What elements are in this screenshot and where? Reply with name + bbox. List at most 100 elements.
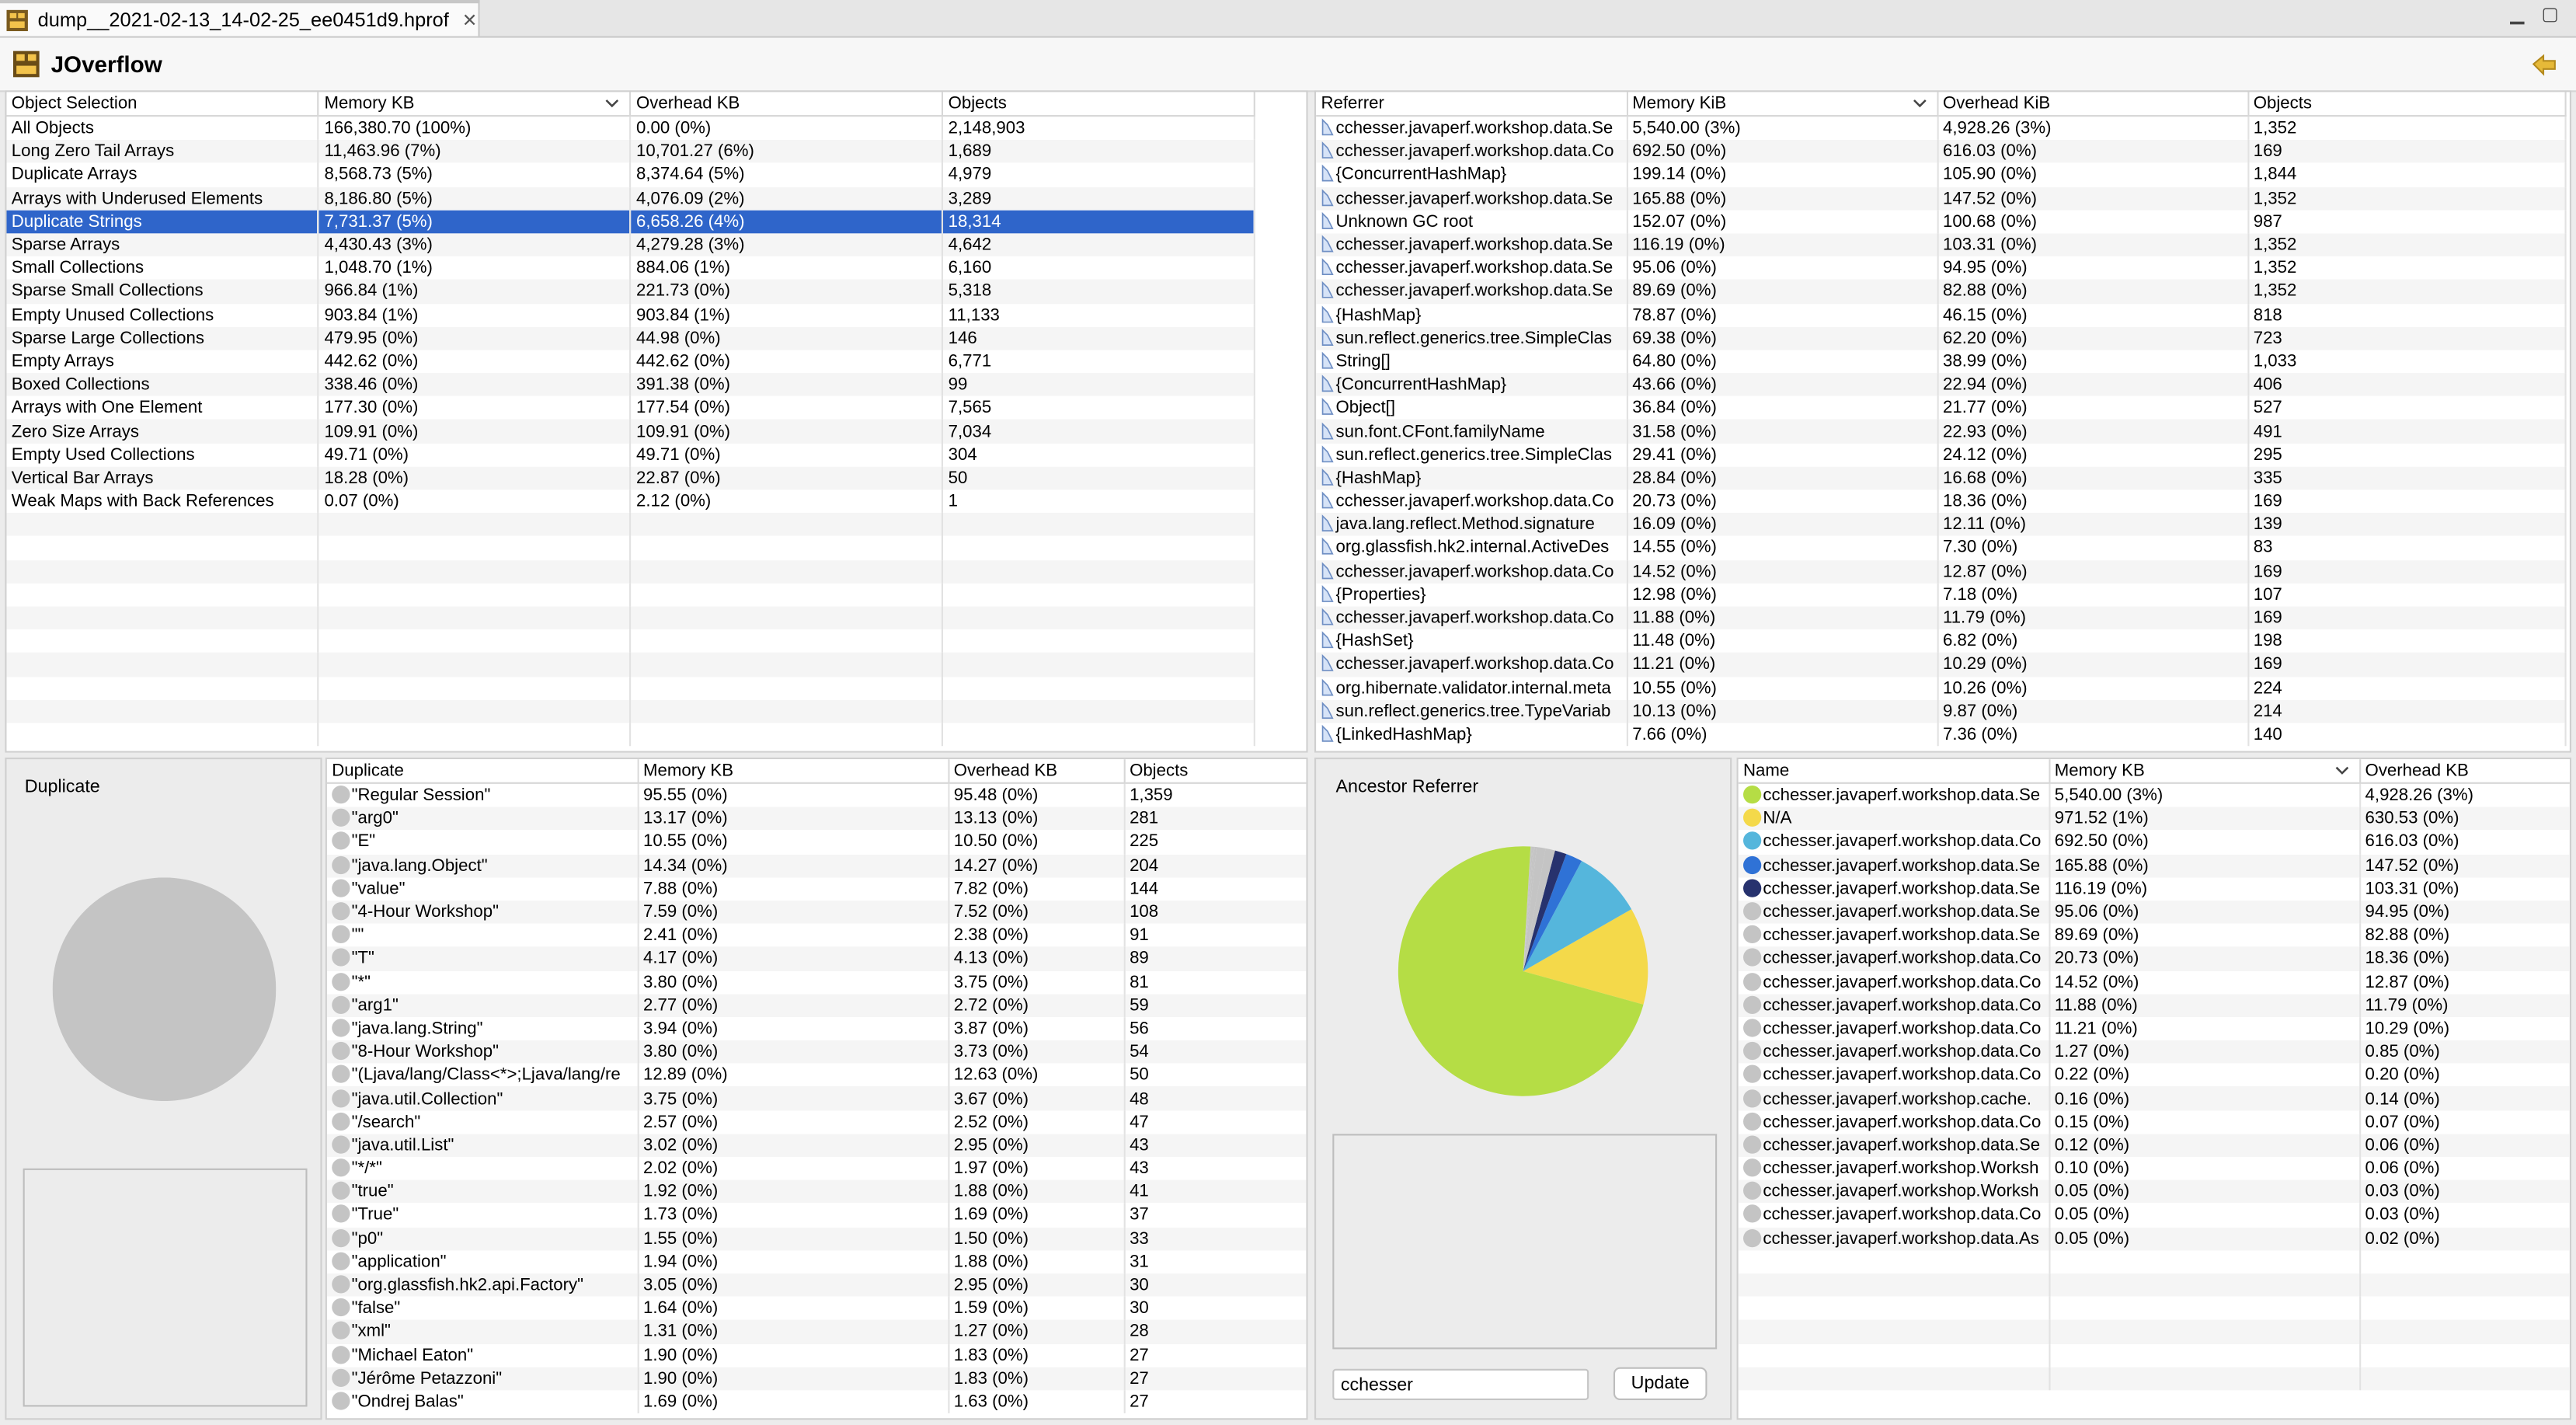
ancestor-row[interactable]: cchesser.javaperf.workshop.data.Co 14.52 … (1738, 970, 2570, 994)
referrer-row[interactable]: {ConcurrentHashMap} 43.66 (0%) 22.94 (0%) 4… (1316, 373, 2566, 397)
column-header[interactable]: Memory KB (637, 759, 949, 784)
duplicate-row[interactable]: "xml" 1.31 (0%) 1.27 (0%) 28 (326, 1320, 1307, 1344)
ancestor-row[interactable]: cchesser.javaperf.workshop.Worksh 0.10 (0… (1738, 1156, 2570, 1180)
duplicate-row[interactable]: "application" 1.94 (0%) 1.88 (0%) 31 (326, 1249, 1307, 1273)
object-selection-row[interactable]: All Objects 166,380.70 (100%) 0.00 (0%) 2,1… (6, 116, 1255, 141)
duplicate-row[interactable]: "Michael Eaton" 1.90 (0%) 1.83 (0%) 27 (326, 1343, 1307, 1368)
duplicate-row[interactable]: "True" 1.73 (0%) 1.69 (0%) 37 (326, 1203, 1307, 1227)
duplicate-row[interactable]: "java.lang.String" 3.94 (0%) 3.87 (0%) 56 (326, 1016, 1307, 1040)
column-header[interactable]: Objects (942, 92, 1255, 117)
duplicate-row[interactable]: "arg1" 2.77 (0%) 2.72 (0%) 59 (326, 993, 1307, 1017)
ancestor-row[interactable]: cchesser.javaperf.workshop.cache. 0.16 (0… (1738, 1086, 2570, 1110)
object-selection-row[interactable]: Duplicate Strings 7,731.37 (5%) 6,658.26 (… (6, 210, 1255, 234)
referrer-row[interactable]: {HashMap} 78.87 (0%) 46.15 (0%) 818 (1316, 303, 2566, 327)
ancestor-row[interactable]: cchesser.javaperf.workshop.data.Se 165.88… (1738, 853, 2570, 877)
duplicate-row[interactable]: "Regular Session" 95.55 (0%) 95.48 (0%) 1,3… (326, 782, 1307, 807)
duplicate-row[interactable]: "/search" 2.57 (0%) 2.52 (0%) 47 (326, 1110, 1307, 1134)
referrer-row[interactable]: cchesser.javaperf.workshop.data.Co 11.88 … (1316, 606, 2566, 630)
object-selection-row[interactable]: Sparse Large Collections 479.95 (0%) 44.98… (6, 326, 1255, 350)
referrer-row[interactable]: {HashSet} 11.48 (0%) 6.82 (0%) 198 (1316, 629, 2566, 653)
ancestor-row[interactable]: cchesser.javaperf.workshop.data.Co 0.22 (… (1738, 1063, 2570, 1087)
referrer-row[interactable]: cchesser.javaperf.workshop.data.Co 14.52 … (1316, 559, 2566, 584)
duplicate-row[interactable]: "Jérôme Petazzoni" 1.90 (0%) 1.83 (0%) 27 (326, 1367, 1307, 1391)
ancestor-row[interactable]: cchesser.javaperf.workshop.data.Co 11.21 … (1738, 1016, 2570, 1040)
duplicate-row[interactable]: "*/*" 2.02 (0%) 1.97 (0%) 43 (326, 1156, 1307, 1180)
ancestor-row[interactable]: cchesser.javaperf.workshop.data.Co 1.27 (… (1738, 1040, 2570, 1064)
column-header[interactable]: Referrer (1316, 92, 1627, 117)
referrer-row[interactable]: org.glassfish.hk2.internal.ActiveDes 14.5… (1316, 536, 2566, 560)
column-header[interactable]: Name (1738, 759, 2050, 784)
object-selection-row[interactable]: Weak Maps with Back References 0.07 (0%) 2… (6, 490, 1255, 514)
duplicate-row[interactable]: "(Ljava/lang/Class<*>;Ljava/lang/re 12.89… (326, 1063, 1307, 1087)
referrer-row[interactable]: cchesser.javaperf.workshop.data.Co 20.73 … (1316, 490, 2566, 514)
referrer-row[interactable]: sun.reflect.generics.tree.SimpleClas 69.3… (1316, 326, 2566, 350)
referrer-row[interactable]: java.lang.reflect.Method.signature 16.09 … (1316, 513, 2566, 537)
object-selection-row[interactable]: Zero Size Arrays 109.91 (0%) 109.91 (0%) 7,… (6, 420, 1255, 444)
object-selection-row[interactable]: Empty Unused Collections 903.84 (1%) 903.8… (6, 303, 1255, 327)
object-selection-row[interactable]: Duplicate Arrays 8,568.73 (5%) 8,374.64 (5… (6, 163, 1255, 187)
column-header[interactable]: Overhead KB (948, 759, 1125, 784)
object-selection-row[interactable]: Sparse Small Collections 966.84 (1%) 221.7… (6, 280, 1255, 304)
duplicate-row[interactable]: "T" 4.17 (0%) 4.13 (0%) 89 (326, 946, 1307, 970)
back-arrow-icon[interactable] (2530, 51, 2560, 78)
ancestor-row[interactable]: cchesser.javaperf.workshop.data.Co 0.05 (… (1738, 1203, 2570, 1227)
close-icon[interactable]: ✕ (462, 9, 477, 30)
update-button[interactable]: Update (1613, 1367, 1707, 1400)
ancestor-row[interactable]: cchesser.javaperf.workshop.data.Co 692.50… (1738, 830, 2570, 854)
ancestor-row[interactable]: cchesser.javaperf.workshop.data.Se 95.06 … (1738, 900, 2570, 924)
referrer-row[interactable]: sun.font.CFont.familyName 31.58 (0%) 22.93… (1316, 420, 2566, 444)
duplicate-row[interactable]: "java.util.List" 3.02 (0%) 2.95 (0%) 43 (326, 1133, 1307, 1157)
sort-chevron-icon[interactable] (605, 96, 620, 110)
ancestor-row[interactable]: cchesser.javaperf.workshop.data.Co 11.88 … (1738, 993, 2570, 1017)
column-header[interactable]: Overhead KB (2359, 759, 2570, 784)
referrer-row[interactable]: sun.reflect.generics.tree.TypeVariab 10.1… (1316, 699, 2566, 723)
ancestor-row[interactable]: cchesser.javaperf.workshop.data.Co 20.73 … (1738, 946, 2570, 970)
duplicate-row[interactable]: "p0" 1.55 (0%) 1.50 (0%) 33 (326, 1226, 1307, 1250)
duplicate-row[interactable]: "org.glassfish.hk2.api.Factory" 3.05 (0%)… (326, 1273, 1307, 1297)
duplicate-row[interactable]: "Ondrej Balas" 1.69 (0%) 1.63 (0%) 27 (326, 1390, 1307, 1414)
referrer-row[interactable]: cchesser.javaperf.workshop.data.Co 692.50… (1316, 140, 2566, 164)
sort-chevron-icon[interactable] (1912, 96, 1927, 110)
column-header[interactable]: Objects (1123, 759, 1307, 784)
object-selection-row[interactable]: Long Zero Tail Arrays 11,463.96 (7%) 10,70… (6, 140, 1255, 164)
duplicate-row[interactable]: "*" 3.80 (0%) 3.75 (0%) 81 (326, 970, 1307, 994)
duplicate-row[interactable]: "4-Hour Workshop" 7.59 (0%) 7.52 (0%) 108 (326, 900, 1307, 924)
pie-slice[interactable] (52, 877, 277, 1102)
ancestor-row[interactable]: cchesser.javaperf.workshop.Worksh 0.05 (0… (1738, 1179, 2570, 1204)
ancestor-row[interactable]: N/A 971.52 (1%) 630.53 (0%) (1738, 807, 2570, 831)
ancestor-row[interactable]: cchesser.javaperf.workshop.data.Se 89.69 … (1738, 923, 2570, 947)
referrer-row[interactable]: cchesser.javaperf.workshop.data.Se 165.88… (1316, 186, 2566, 211)
object-selection-row[interactable]: Arrays with One Element 177.30 (0%) 177.54… (6, 396, 1255, 420)
object-selection-row[interactable]: Empty Arrays 442.62 (0%) 442.62 (0%) 6,771 (6, 350, 1255, 374)
duplicate-row[interactable]: "java.lang.Object" 14.34 (0%) 14.27 (0%) 20… (326, 853, 1307, 877)
duplicate-row[interactable]: "value" 7.88 (0%) 7.82 (0%) 144 (326, 876, 1307, 901)
ancestor-filter-input[interactable] (1332, 1368, 1589, 1400)
object-selection-row[interactable]: Vertical Bar Arrays 18.28 (0%) 22.87 (0%) 5… (6, 466, 1255, 490)
referrer-row[interactable]: Object[] 36.84 (0%) 21.77 (0%) 527 (1316, 396, 2566, 420)
ancestor-row[interactable]: cchesser.javaperf.workshop.data.Co 0.15 (… (1738, 1110, 2570, 1134)
minimize-icon[interactable]: ▁ (2505, 3, 2529, 26)
column-header[interactable]: Object Selection (6, 92, 320, 117)
duplicate-row[interactable]: "false" 1.64 (0%) 1.59 (0%) 30 (326, 1296, 1307, 1321)
referrer-row[interactable]: org.hibernate.validator.internal.meta 10.… (1316, 676, 2566, 700)
referrer-row[interactable]: {Properties} 12.98 (0%) 7.18 (0%) 107 (1316, 583, 2566, 607)
referrer-row[interactable]: cchesser.javaperf.workshop.data.Co 11.21 … (1316, 653, 2566, 677)
object-selection-row[interactable]: Small Collections 1,048.70 (1%) 884.06 (1%… (6, 256, 1255, 280)
object-selection-row[interactable]: Sparse Arrays 4,430.43 (3%) 4,279.28 (3%) 4… (6, 233, 1255, 257)
duplicate-row[interactable]: "E" 10.55 (0%) 10.50 (0%) 225 (326, 830, 1307, 854)
sort-chevron-icon[interactable] (2334, 762, 2348, 777)
referrer-row[interactable]: cchesser.javaperf.workshop.data.Se 89.69 … (1316, 280, 2566, 304)
referrer-row[interactable]: sun.reflect.generics.tree.SimpleClas 29.4… (1316, 443, 2566, 467)
duplicate-row[interactable]: "arg0" 13.17 (0%) 13.13 (0%) 281 (326, 807, 1307, 831)
object-selection-row[interactable]: Empty Used Collections 49.71 (0%) 49.71 (0… (6, 443, 1255, 467)
column-header[interactable]: Overhead KB (630, 92, 944, 117)
column-header[interactable]: Duplicate (326, 759, 639, 784)
referrer-row[interactable]: {HashMap} 28.84 (0%) 16.68 (0%) 335 (1316, 466, 2566, 490)
referrer-row[interactable]: String[] 64.80 (0%) 38.99 (0%) 1,033 (1316, 350, 2566, 374)
referrer-row[interactable]: Unknown GC root 152.07 (0%) 100.68 (0%) 987 (1316, 210, 2566, 234)
duplicate-row[interactable]: "java.util.Collection" 3.75 (0%) 3.67 (0%)… (326, 1086, 1307, 1110)
column-header[interactable]: Overhead KiB (1937, 92, 2249, 117)
column-header[interactable]: Objects (2247, 92, 2566, 117)
referrer-row[interactable]: {ConcurrentHashMap} 199.14 (0%) 105.90 (0%… (1316, 163, 2566, 187)
referrer-row[interactable]: cchesser.javaperf.workshop.data.Se 5,540.… (1316, 116, 2566, 141)
